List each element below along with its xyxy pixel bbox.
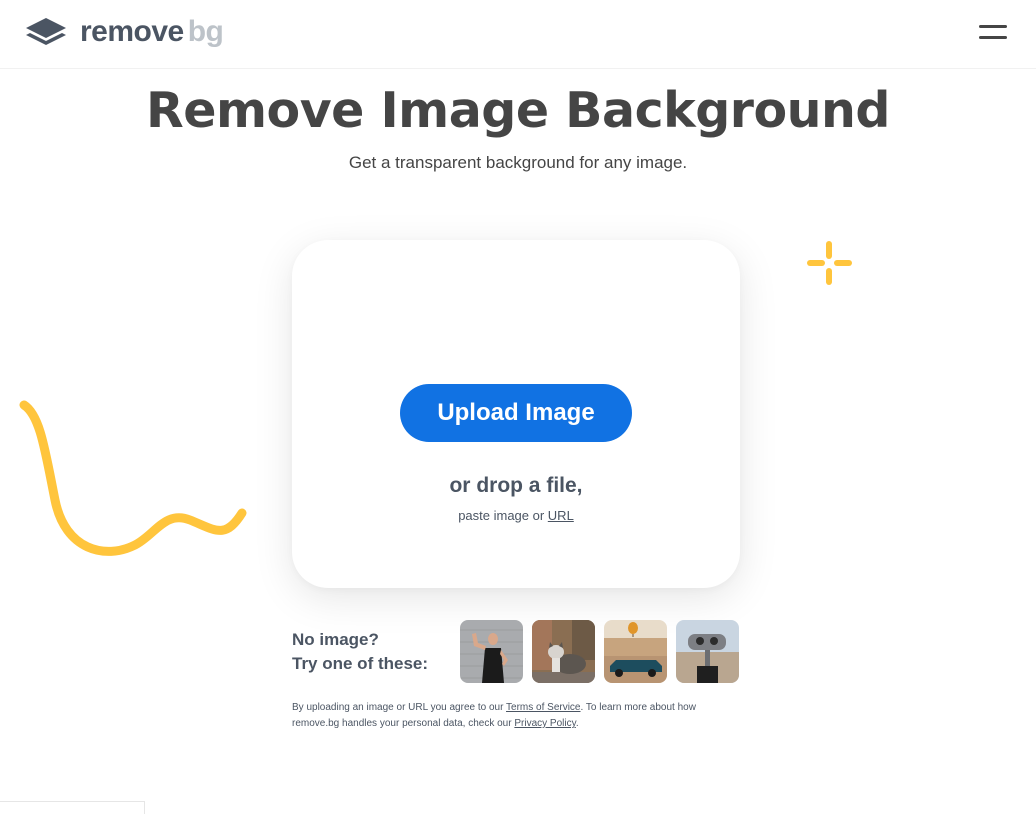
- legal-text-1: By uploading an image or URL you agree t…: [292, 702, 507, 713]
- hamburger-icon-line: [979, 36, 1007, 39]
- url-link[interactable]: URL: [548, 508, 574, 523]
- sample-prompt: No image? Try one of these:: [292, 628, 428, 676]
- logo-word-bg: bg: [187, 15, 224, 48]
- corner-widget[interactable]: [0, 801, 145, 814]
- sample-image-woman[interactable]: [460, 620, 523, 683]
- layers-logo-icon: [26, 18, 66, 45]
- page-title: Remove Image Background: [146, 82, 890, 139]
- logo-link[interactable]: remove bg: [24, 14, 224, 50]
- no-image-text: No image?: [292, 630, 379, 649]
- sample-images: [460, 620, 739, 683]
- try-these-text: Try one of these:: [292, 654, 429, 673]
- top-nav: remove bg: [0, 0, 1036, 69]
- privacy-policy-link[interactable]: Privacy Policy: [514, 718, 576, 729]
- paste-hint: paste image or URL: [292, 508, 740, 523]
- page-subtitle: Get a transparent background for any ima…: [348, 153, 688, 172]
- logo-text: remove bg: [80, 15, 224, 49]
- binoculars-photo-icon: [676, 620, 739, 683]
- terms-of-service-link[interactable]: Terms of Service: [506, 702, 580, 713]
- legal-notice: By uploading an image or URL you agree t…: [292, 700, 742, 732]
- drop-file-text: or drop a file,: [449, 474, 583, 497]
- car-photo-icon: [604, 620, 667, 683]
- sample-image-cat[interactable]: [532, 620, 595, 683]
- legal-text-3: .: [575, 718, 579, 729]
- sparkle-decoration-icon: [807, 241, 852, 285]
- sample-image-car[interactable]: [604, 620, 667, 683]
- upload-dropzone[interactable]: Upload Image or drop a file, paste image…: [292, 240, 740, 588]
- cat-photo-icon: [532, 620, 595, 683]
- paste-hint-text: paste image or: [458, 508, 548, 523]
- squiggle-decoration-icon: [19, 400, 247, 556]
- hamburger-icon-line: [979, 25, 1007, 28]
- woman-photo-icon: [460, 620, 523, 683]
- hamburger-menu-button[interactable]: [976, 20, 1010, 44]
- sample-image-binoculars[interactable]: [676, 620, 739, 683]
- upload-image-button[interactable]: Upload Image: [400, 384, 632, 442]
- logo-word-remove: remove: [80, 15, 184, 48]
